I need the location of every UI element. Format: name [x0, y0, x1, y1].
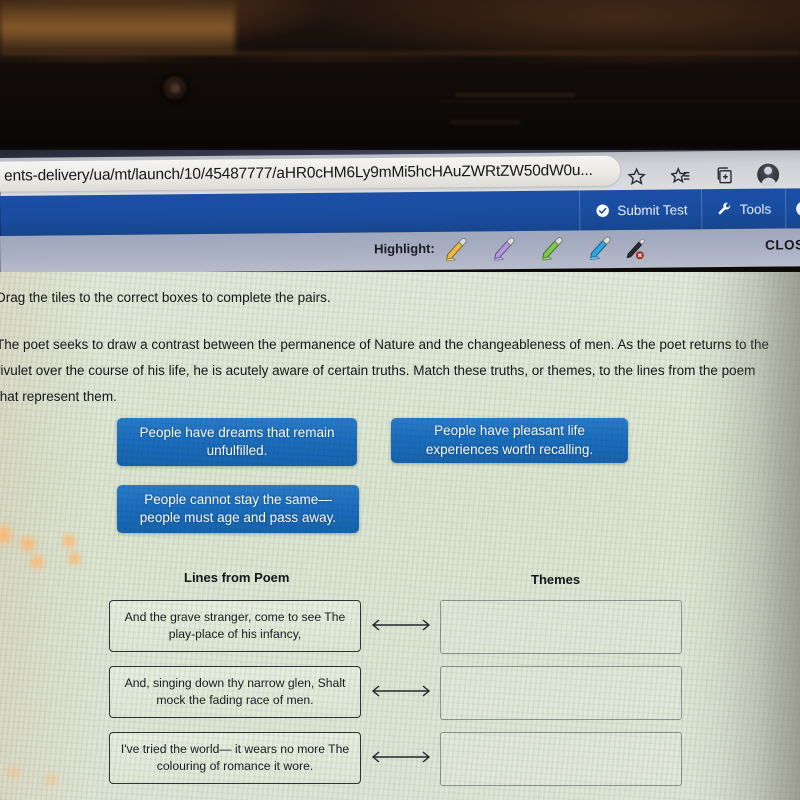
- highlight-label: Highlight:: [374, 240, 435, 257]
- screen-glare-spot: [66, 550, 83, 567]
- passage-text: The poet seeks to draw a contrast betwee…: [0, 337, 769, 405]
- theme-drop-zone[interactable]: [440, 732, 682, 786]
- highlighter-green-icon[interactable]: [536, 233, 566, 263]
- column-header-lines-from-poem: Lines from Poem: [184, 570, 290, 585]
- theme-drop-zone[interactable]: [440, 666, 682, 720]
- avatar: [757, 163, 780, 186]
- submit-test-button[interactable]: Submit Test: [579, 189, 702, 231]
- favorites-list-icon[interactable]: [669, 164, 691, 186]
- poem-line-box: And the grave stranger, come to see The …: [109, 600, 361, 652]
- table-row: And, singing down thy narrow glen, Shalt…: [0, 666, 800, 722]
- draggable-tile[interactable]: People have dreams that remain unfulfill…: [117, 418, 357, 466]
- theme-drop-zone[interactable]: [440, 600, 682, 654]
- tools-button[interactable]: Tools: [701, 188, 786, 230]
- background-wood-surface: [0, 0, 235, 60]
- poem-line-box: And, singing down thy narrow glen, Shalt…: [109, 666, 361, 718]
- table-row: I've tried the world— it wears no more T…: [0, 732, 800, 788]
- remove-highlight-icon[interactable]: [620, 234, 648, 262]
- table-row: And the grave stranger, come to see The …: [0, 600, 800, 656]
- highlighter-pen-group: [440, 232, 614, 264]
- bezel-detail-line: [440, 100, 800, 103]
- photographed-laptop-screen: ents-delivery/ua/mt/launch/10/45487777/a…: [0, 0, 800, 800]
- poem-line-box: I've tried the world— it wears no more T…: [109, 732, 361, 784]
- browser-toolbar-icons: [625, 158, 800, 192]
- info-icon: i: [795, 200, 800, 216]
- collections-icon[interactable]: [713, 164, 735, 186]
- wrench-icon: [717, 201, 733, 217]
- draggable-tile-tray: People have dreams that remain unfulfill…: [0, 418, 800, 538]
- address-bar[interactable]: ents-delivery/ua/mt/launch/10/45487777/a…: [0, 155, 621, 192]
- double-arrow-icon: [366, 746, 436, 768]
- nav-actions: Submit Test Tools i: [579, 188, 800, 231]
- screen-glare-spot: [28, 553, 46, 571]
- profile-avatar-icon[interactable]: [757, 163, 780, 186]
- draggable-tile[interactable]: People have pleasant life experiences wo…: [391, 418, 628, 463]
- double-arrow-icon: [366, 680, 436, 702]
- close-highlight-button[interactable]: CLOSE: [765, 237, 800, 252]
- bezel-detail-line: [455, 93, 575, 97]
- double-arrow-icon: [366, 614, 436, 636]
- highlighter-purple-icon[interactable]: [488, 233, 518, 263]
- bezel-detail-line: [450, 120, 520, 124]
- draggable-tile[interactable]: People cannot stay the same— people must…: [117, 485, 359, 533]
- column-header-themes: Themes: [531, 572, 581, 587]
- bezel-hinge-strip: [0, 56, 800, 62]
- question-content-area: Drag the tiles to the correct boxes to c…: [0, 272, 800, 800]
- instruction-text: Drag the tiles to the correct boxes to c…: [0, 290, 331, 305]
- address-bar-url: ents-delivery/ua/mt/launch/10/45487777/a…: [4, 161, 593, 185]
- favorite-star-icon[interactable]: [625, 165, 647, 187]
- check-circle-icon: [594, 202, 610, 218]
- tools-label: Tools: [739, 201, 772, 217]
- webcam-lens-icon: [171, 84, 180, 93]
- highlighter-blue-icon[interactable]: [584, 232, 614, 262]
- highlight-toolbar: Highlight: CLOSE: [0, 228, 800, 274]
- submit-test-label: Submit Test: [617, 201, 688, 218]
- highlighter-yellow-icon[interactable]: [440, 233, 470, 263]
- info-button[interactable]: i: [784, 188, 800, 229]
